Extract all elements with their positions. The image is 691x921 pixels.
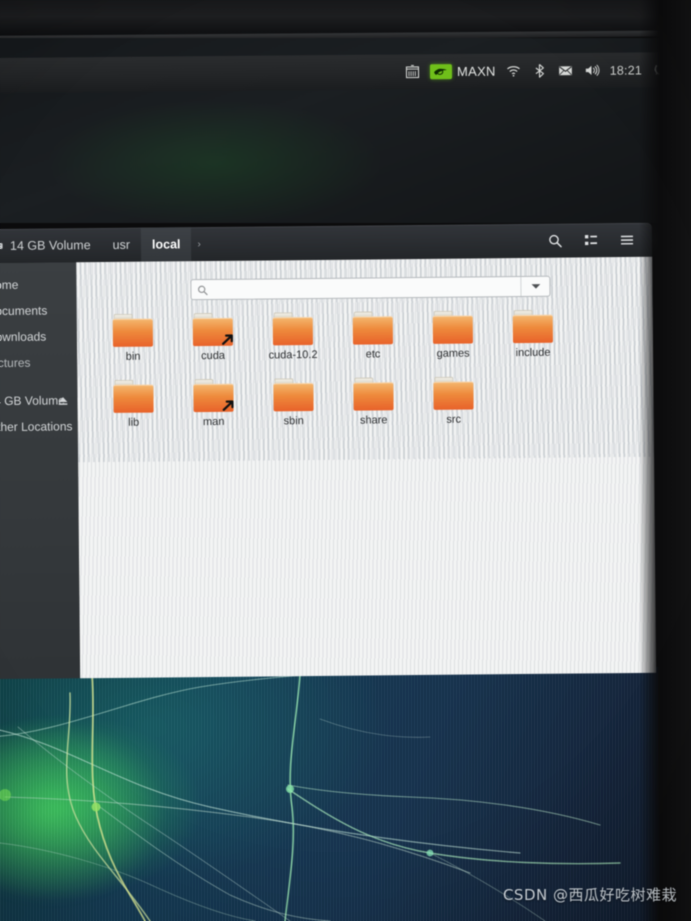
volume-icon: [585, 64, 600, 77]
breadcrumb-usr-label: usr: [112, 237, 131, 252]
system-top-panel: MAXN 18:21: [0, 51, 691, 94]
folder-icon: [352, 311, 393, 345]
system-menu-icon: [654, 63, 667, 75]
file-item-sbin[interactable]: sbin: [253, 376, 334, 443]
file-item-src[interactable]: src: [413, 374, 494, 441]
wifi-icon: [506, 66, 520, 77]
sidebar-item-volume[interactable]: 14 GB Volume: [0, 387, 78, 414]
file-label: bin: [125, 350, 141, 363]
file-item-games[interactable]: games: [413, 308, 494, 375]
chevron-down-icon: [531, 284, 540, 289]
headerbar-buttons: [545, 230, 642, 250]
wifi-indicator[interactable]: [505, 62, 522, 79]
system-tray: MAXN 18:21: [404, 61, 669, 80]
folder-icon: [112, 313, 153, 347]
mail-indicator[interactable]: [557, 62, 574, 79]
screenshot-indicator[interactable]: [404, 63, 421, 80]
search-input[interactable]: [208, 279, 521, 297]
file-label: src: [446, 413, 462, 426]
symlink-arrow-icon: [220, 398, 235, 413]
volume-indicator[interactable]: [583, 62, 600, 79]
file-item-cuda-10-2[interactable]: cuda-10.2: [253, 310, 334, 377]
main-menu-button[interactable]: [617, 230, 636, 249]
sidebar-item-label: Home: [0, 277, 19, 293]
file-label: lib: [128, 416, 140, 429]
file-label: cuda-10.2: [268, 348, 318, 362]
sidebar-item-label: 14 GB Volume: [0, 393, 65, 408]
folder-icon: [432, 310, 473, 344]
screenshot-icon: [405, 65, 420, 79]
file-item-share[interactable]: share: [333, 375, 414, 442]
screen-area: MAXN 18:21 14 GB Volume usr local › Home…: [0, 38, 691, 921]
breadcrumb-item-usr[interactable]: usr: [101, 228, 141, 262]
csdn-watermark: CSDN @西瓜好吃树难栽: [502, 886, 677, 904]
breadcrumb-local-label: local: [151, 237, 181, 252]
file-item-lib[interactable]: lib: [93, 377, 174, 444]
file-label: share: [359, 414, 388, 427]
file-label: games: [436, 347, 470, 360]
sidebar-item-other-locations[interactable]: Other Locations: [0, 413, 78, 440]
sidebar-separator: [0, 375, 77, 388]
file-label: etc: [365, 348, 381, 361]
symlink-arrow-icon: [220, 332, 235, 347]
file-label: include: [515, 346, 551, 360]
bluetooth-indicator[interactable]: [531, 62, 548, 79]
folder-icon: [272, 312, 313, 346]
clock-label[interactable]: 18:21: [609, 63, 643, 77]
folder-icon: [512, 309, 553, 344]
search-bar[interactable]: [190, 275, 551, 301]
file-label: sbin: [283, 415, 304, 428]
sidebar-item-label: Pictures: [0, 355, 31, 371]
file-item-cuda[interactable]: cuda: [173, 311, 254, 378]
sidebar-item-pictures[interactable]: Pictures: [0, 349, 77, 376]
sidebar-item-home[interactable]: Home: [0, 271, 77, 298]
breadcrumb-item-local[interactable]: local: [140, 227, 192, 262]
breadcrumb-item-volume[interactable]: 14 GB Volume: [0, 228, 102, 263]
nvidia-eye-icon: [434, 68, 448, 75]
breadcrumb-overflow-arrow[interactable]: ›: [191, 239, 206, 250]
file-icon-grid: bin cuda cuda-10.2 etc games include lib…: [93, 307, 646, 444]
search-dropdown-button[interactable]: [520, 276, 550, 297]
sidebar-item-label: Downloads: [0, 329, 47, 345]
view-grid-icon: [584, 235, 597, 246]
folder-icon: [113, 379, 154, 413]
search-icon: [197, 285, 208, 295]
view-options-button[interactable]: [581, 231, 600, 250]
nvidia-logo-icon: [429, 64, 453, 80]
folder-icon: [273, 378, 314, 412]
desktop-wallpaper: [0, 667, 691, 921]
folder-icon: [192, 312, 235, 347]
file-label: man: [202, 415, 225, 429]
wallpaper-network-lines: [0, 668, 621, 921]
file-list-area: bin cuda cuda-10.2 etc games include lib…: [76, 256, 657, 679]
sidebar-item-downloads[interactable]: Downloads: [0, 323, 77, 350]
sidebar: Home Documents Downloads Pictures 14 GB …: [0, 262, 81, 680]
hamburger-icon: [620, 235, 633, 245]
screenshot-root: MAXN 18:21 14 GB Volume usr local › Home…: [0, 0, 691, 921]
file-item-man[interactable]: man: [173, 377, 254, 444]
eject-icon[interactable]: [56, 394, 69, 407]
nvidia-power-mode-indicator[interactable]: MAXN: [429, 63, 496, 80]
file-item-include[interactable]: include: [493, 308, 574, 375]
mail-icon: [558, 66, 572, 76]
folder-icon: [193, 378, 235, 413]
drive-icon: [0, 243, 3, 250]
sidebar-item-documents[interactable]: Documents: [0, 297, 77, 324]
system-menu-button[interactable]: [652, 61, 669, 78]
file-item-bin[interactable]: bin: [93, 311, 174, 378]
breadcrumb: 14 GB Volume usr local ›: [0, 227, 207, 263]
file-manager-body: Home Documents Downloads Pictures 14 GB …: [0, 256, 657, 680]
file-manager-window: 14 GB Volume usr local › Home Documents …: [0, 222, 657, 680]
search-button[interactable]: [545, 231, 564, 250]
file-item-etc[interactable]: etc: [333, 309, 414, 376]
file-label: cuda: [201, 349, 226, 363]
breadcrumb-volume-label: 14 GB Volume: [9, 238, 91, 253]
folder-icon: [433, 376, 474, 410]
power-mode-label: MAXN: [456, 63, 496, 80]
sidebar-item-label: Other Locations: [0, 419, 73, 435]
folder-icon: [353, 377, 394, 411]
search-icon: [548, 234, 562, 248]
sidebar-item-label: Documents: [0, 303, 48, 319]
bluetooth-icon: [535, 64, 544, 78]
